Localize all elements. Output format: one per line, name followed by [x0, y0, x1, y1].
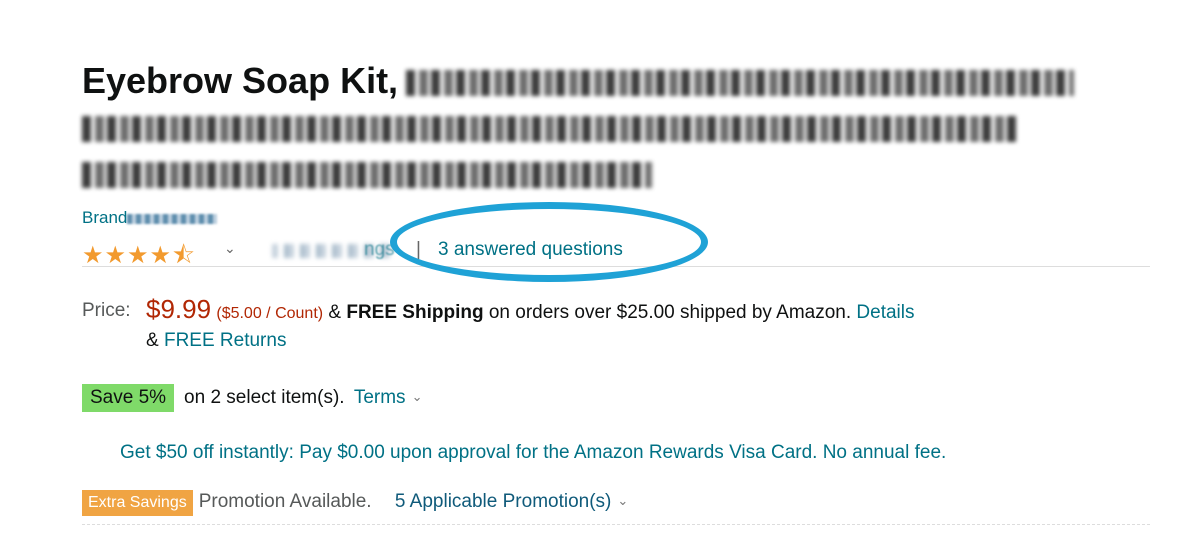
terms-link[interactable]: Terms — [354, 387, 406, 408]
promotion-available-text: Promotion Available. — [198, 491, 372, 512]
shipping-terms-text: on orders over $25.00 shipped by Amazon. — [488, 302, 852, 323]
visa-offer-link[interactable]: Get $50 off instantly: Pay $0.00 upon ap… — [120, 442, 946, 464]
redacted-brand-name — [127, 213, 218, 224]
highlight-annotation-oval — [390, 202, 708, 282]
product-info-panel: Eyebrow Soap Kit, Brand ★★★★⯪ ⌄ ngs | 3 … — [82, 58, 1150, 525]
save-text: on 2 select item(s). — [184, 387, 345, 408]
applicable-promotions-link[interactable]: 5 Applicable Promotion(s) — [395, 491, 612, 512]
product-title: Eyebrow Soap Kit, — [82, 58, 1092, 196]
coupon-row: Save 5% on 2 select item(s). Terms ⌄ — [82, 384, 422, 414]
redacted-title-segment — [406, 70, 1075, 97]
unit-price: ($5.00 / Count) — [216, 305, 324, 322]
amp-text: & — [328, 302, 342, 323]
price-line: $9.99 ($5.00 / Count) & FREE Shipping on… — [146, 294, 915, 329]
star-rating-icon[interactable]: ★★★★⯪ — [82, 238, 196, 279]
chevron-down-icon[interactable]: ⌄ — [617, 493, 628, 509]
chevron-down-icon[interactable]: ⌄ — [412, 389, 423, 405]
brand-link[interactable]: Brand — [82, 208, 218, 228]
details-link[interactable]: Details — [856, 302, 914, 323]
save-badge: Save 5% — [82, 384, 175, 412]
chevron-down-icon[interactable]: ⌄ — [224, 240, 236, 257]
redacted-title-segment — [82, 162, 652, 189]
free-shipping-text: FREE Shipping — [346, 302, 484, 323]
price-label: Price: — [82, 300, 131, 321]
brand-label: Brand — [82, 208, 128, 227]
rating-row: ★★★★⯪ ⌄ ngs | 3 answered questions — [82, 202, 1150, 282]
product-title-text: Eyebrow Soap Kit, — [82, 60, 399, 101]
extra-savings-badge: Extra Savings — [82, 490, 193, 516]
amp-text: & — [146, 330, 159, 351]
free-returns-link[interactable]: FREE Returns — [164, 330, 286, 351]
price-value: $9.99 — [146, 294, 212, 324]
extra-savings-row: Extra Savings Promotion Available. 5 Appl… — [82, 490, 1150, 525]
returns-line: & FREE Returns — [146, 330, 286, 352]
redacted-title-segment — [82, 116, 1017, 143]
